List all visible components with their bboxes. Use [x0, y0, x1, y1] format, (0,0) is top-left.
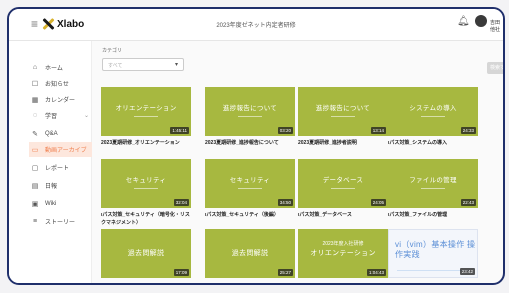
duration-badge: 13:14	[370, 127, 386, 134]
thumbnail-title: セキュリティ	[125, 177, 167, 184]
sidebar-item-label: ストーリー	[45, 220, 76, 226]
video-thumbnail[interactable]: ファイルの管理 22:43	[388, 159, 478, 208]
duration-badge: 1:04:43	[366, 269, 386, 276]
video-title[interactable]: 2023夏期研修_進捗者説明	[298, 139, 388, 147]
video-thumbnail[interactable]: vi（vim）基本操作 操作実践 23:42	[388, 229, 478, 278]
video-title[interactable]: ιパス対策_ファイルの管理	[388, 211, 478, 219]
sidebar-item-archive[interactable]: ▭ 動画アーカイブ	[29, 142, 92, 157]
sidebar-item-notices[interactable]: ☐ お知らせ	[31, 76, 89, 91]
thumbnail-divider	[238, 116, 262, 117]
video-thumbnail[interactable]: データベース 24:05	[298, 159, 388, 208]
thumbnail-divider	[397, 270, 469, 271]
sidebar-item-label: レポート	[45, 166, 70, 172]
duration-badge: 24:05	[370, 199, 386, 206]
video-title[interactable]: 2023夏期研修_進捗報告について	[205, 139, 295, 147]
thumbnail-title: 進捗報告について	[315, 105, 371, 112]
archive-icon: ▭	[31, 146, 39, 154]
category-select[interactable]: すべて ▾	[102, 58, 184, 71]
category-placeholder: すべて	[108, 63, 123, 69]
sidebar-item-label: お知らせ	[45, 82, 69, 88]
video-thumbnail[interactable]: 過去問解説 17:09	[101, 229, 191, 278]
user-name[interactable]: 吉田他社	[490, 19, 503, 33]
sidebar-item-label: 日報	[45, 184, 58, 190]
sidebar-item-wiki[interactable]: ▣ Wiki	[31, 196, 89, 211]
thumbnail-title: 進捗報告について	[222, 105, 278, 112]
sidebar-item-study[interactable]: ◌ 学習 ⌄	[31, 108, 89, 123]
thumbnail-divider	[331, 116, 355, 117]
calendar-icon: ▦	[31, 96, 39, 104]
story-icon: ≡	[32, 218, 38, 225]
sidebar-item-label: カレンダー	[45, 98, 76, 104]
thumbnail-title: オリエンテーション	[115, 105, 177, 112]
duration-badge: 23:42	[459, 268, 475, 275]
sidebar-item-calendar[interactable]: ▦ カレンダー	[31, 92, 89, 107]
sidebar-item-daily-report[interactable]: ▤ 日報	[31, 178, 89, 193]
sidebar-item-qa[interactable]: ✎ Q&A	[31, 126, 89, 141]
video-title[interactable]: ιパス対策_システムの導入	[388, 139, 478, 147]
video-thumbnail[interactable]: 進捗報告について 13:14	[298, 87, 388, 136]
duration-badge: 17:09	[173, 269, 189, 276]
duration-badge: 25:27	[277, 269, 293, 276]
video-thumbnail[interactable]: 過去問解説 25:27	[205, 229, 295, 278]
top-bar: ≡ Xlabo 2023年度ゼネット内定者研修 🔔︎ 吉田他社	[9, 9, 503, 41]
video-thumbnail[interactable]: システムの導入 24:33	[388, 87, 478, 136]
duration-badge: 22:43	[460, 199, 476, 206]
video-title[interactable]: ιパス対策_データベース	[298, 211, 388, 219]
chevron-down-icon[interactable]: ⌄	[84, 112, 89, 119]
sidebar-item-label: Q&A	[45, 130, 58, 137]
thumbnail-title: データベース	[322, 177, 364, 184]
thumbnail-title: 過去問解説	[127, 250, 165, 257]
sidebar-item-story[interactable]: ≡ ストーリー	[31, 214, 89, 229]
thumbnail-title: システムの導入	[409, 105, 457, 112]
sidebar: ⌂ ホーム ☐ お知らせ ▦ カレンダー ◌ 学習 ⌄ ✎ Q&A ▭ 動画アー…	[9, 41, 92, 283]
video-title[interactable]: 2023夏期研修_オリエンテーション	[101, 139, 191, 147]
sidebar-item-label: 動画アーカイブ	[45, 148, 87, 154]
thumbnail-divider	[134, 116, 158, 117]
wiki-icon: ▣	[31, 200, 39, 208]
thumbnail-divider	[421, 188, 445, 189]
thumbnail-title: セキュリティ	[229, 177, 271, 184]
sidebar-item-label: Wiki	[45, 200, 57, 207]
search-button[interactable]: 検索する	[487, 62, 503, 74]
video-thumbnail[interactable]: オリエンテーション 1:45:11	[101, 87, 191, 136]
category-label: カテゴリ	[102, 48, 123, 54]
duration-badge: 1:45:11	[170, 127, 189, 134]
daily-report-icon: ▤	[31, 182, 39, 190]
thumbnail-divider	[238, 188, 262, 189]
duration-badge: 24:33	[460, 127, 476, 134]
duration-badge: 34:50	[277, 199, 293, 206]
thumbnail-divider	[331, 188, 355, 189]
video-thumbnail[interactable]: セキュリティ 34:50	[205, 159, 295, 208]
notice-icon: ☐	[31, 80, 39, 88]
home-icon: ⌂	[32, 64, 38, 71]
video-thumbnail[interactable]: 2023年度入社研修 オリエンテーション 1:04:43	[298, 229, 388, 278]
thumbnail-divider	[421, 116, 445, 117]
thumbnail-divider	[134, 188, 158, 189]
notification-bell-icon[interactable]: 🔔︎	[457, 16, 470, 27]
sidebar-item-label: ホーム	[45, 66, 63, 72]
page-title: 2023年度ゼネット内定者研修	[216, 23, 296, 29]
duration-badge: 03:20	[277, 127, 293, 134]
sidebar-item-report[interactable]: ▢ レポート	[31, 160, 89, 175]
video-thumbnail[interactable]: セキュリティ 32:04	[101, 159, 191, 208]
study-icon: ◌	[32, 112, 38, 119]
duration-badge: 32:04	[173, 199, 189, 206]
report-icon: ▢	[31, 164, 39, 172]
video-thumbnail[interactable]: 進捗報告について 03:20	[205, 87, 295, 136]
video-title[interactable]: ιパス対策_セキュリティ（後編）	[205, 211, 295, 219]
video-title[interactable]: ιパス対策_セキュリティ（暗号化・リスクマネジメント）	[101, 211, 191, 227]
sidebar-item-home[interactable]: ⌂ ホーム	[31, 60, 89, 75]
thumbnail-title: ファイルの管理	[409, 177, 457, 184]
thumbnail-title: 過去問解説	[231, 250, 269, 257]
main-content: カテゴリ すべて ▾ 検索する オリエンテーション 1:45:11 2023夏期…	[92, 41, 503, 283]
thumbnail-subtitle: 2023年度入社研修	[322, 241, 364, 247]
avatar[interactable]	[475, 15, 487, 27]
thumbnail-title: オリエンテーション	[310, 250, 376, 257]
thumbnail-title: vi（vim）基本操作 操作実践	[395, 240, 476, 259]
qa-icon: ✎	[32, 130, 38, 138]
chevron-down-icon: ▾	[174, 62, 178, 68]
sidebar-item-label: 学習	[45, 114, 58, 120]
app-window: ≡ Xlabo 2023年度ゼネット内定者研修 🔔︎ 吉田他社 ⌂ ホーム ☐ …	[7, 7, 505, 285]
